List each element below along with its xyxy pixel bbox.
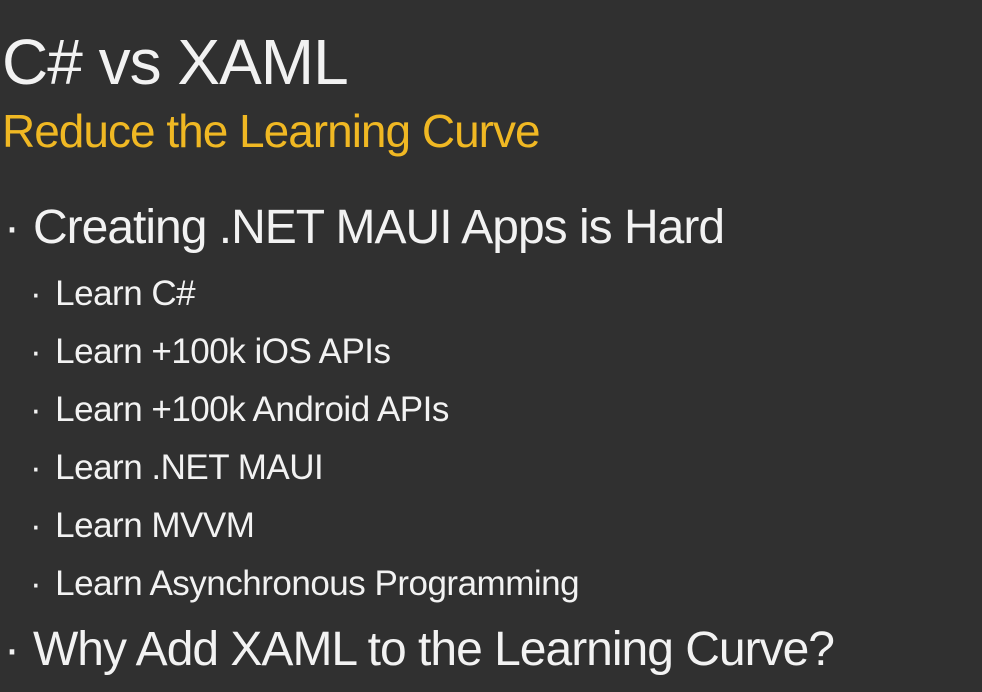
bullet-icon: · bbox=[4, 623, 20, 676]
sub-bullet: · Learn Asynchronous Programming bbox=[30, 564, 580, 603]
bullet-icon: · bbox=[30, 506, 42, 545]
bullet-creating-apps: · Creating .NET MAUI Apps is Hard bbox=[4, 201, 725, 254]
sub-bullet: · Learn C# bbox=[30, 274, 196, 313]
bullet-icon: · bbox=[30, 332, 42, 371]
sub-bullet: · Learn MVVM bbox=[30, 506, 255, 545]
bullet-icon: · bbox=[30, 274, 42, 313]
sub-bullet: · Learn +100k Android APIs bbox=[30, 392, 449, 427]
sub-bullet: · Learn .NET MAUI bbox=[30, 448, 324, 487]
sub-bullet-text: Learn +100k Android APIs bbox=[55, 390, 449, 429]
bullet-why-xaml: · Why Add XAML to the Learning Curve? bbox=[4, 623, 835, 676]
bullet-icon: · bbox=[4, 201, 20, 254]
slide-subtitle: Reduce the Learning Curve bbox=[2, 105, 541, 157]
bullet-text: Why Add XAML to the Learning Curve? bbox=[32, 623, 835, 676]
sub-bullet-text: Learn +100k iOS APIs bbox=[55, 332, 391, 371]
sub-bullet-text: Learn Asynchronous Programming bbox=[55, 564, 580, 603]
slide-title: C# vs XAML bbox=[2, 26, 349, 98]
sub-bullet-text: Learn .NET MAUI bbox=[55, 448, 324, 487]
sub-bullet: · Learn +100k iOS APIs bbox=[30, 334, 391, 369]
bullet-icon: · bbox=[30, 448, 42, 487]
bullet-text: Creating .NET MAUI Apps is Hard bbox=[32, 201, 725, 254]
bullet-icon: · bbox=[30, 390, 42, 429]
bullet-icon: · bbox=[30, 564, 42, 603]
sub-bullet-text: Learn C# bbox=[55, 274, 196, 313]
sub-bullet-text: Learn MVVM bbox=[55, 506, 255, 545]
